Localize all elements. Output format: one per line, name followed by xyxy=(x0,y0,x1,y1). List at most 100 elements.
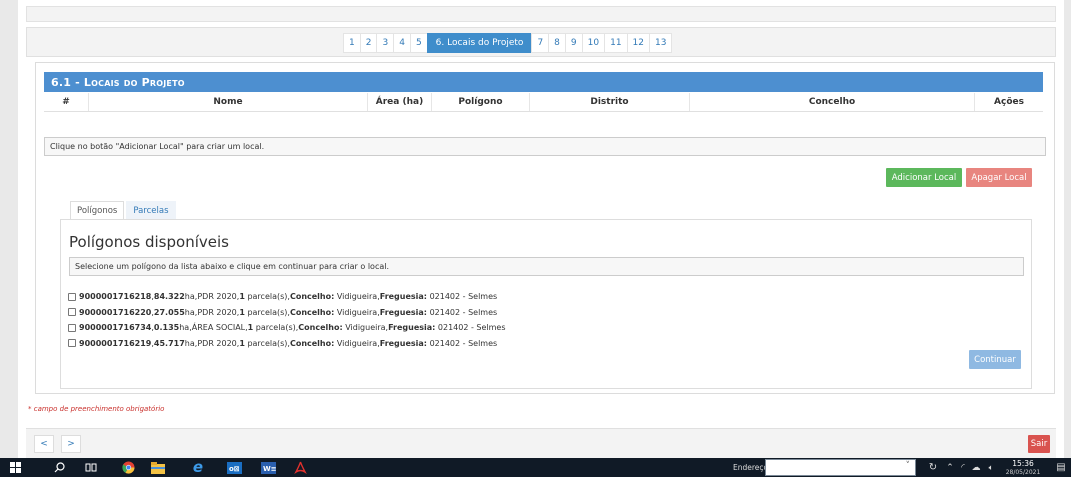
poligono-area: 84.322 xyxy=(153,292,185,302)
col-nome-header: Nome xyxy=(89,93,368,111)
concelho-label: Concelho: xyxy=(298,323,343,333)
svg-text:W≡: W≡ xyxy=(263,465,276,473)
poligono-checkbox[interactable] xyxy=(68,308,76,317)
poligono-parcelas: 1 xyxy=(247,323,254,333)
step-12-link[interactable]: 12 xyxy=(626,33,650,53)
poligono-parcelas-suffix: parcela(s) xyxy=(247,307,288,317)
concelho-label: Concelho: xyxy=(289,307,335,317)
cloud-icon[interactable]: ☁ xyxy=(970,460,982,475)
freguesia-label: Freguesia: xyxy=(379,292,428,302)
svg-text:o⊠: o⊠ xyxy=(229,465,240,473)
poligono-parcelas-suffix: parcela(s) xyxy=(247,292,288,302)
poligono-area-unit: ha xyxy=(184,292,195,302)
add-local-button[interactable]: Adicionar Local xyxy=(886,168,962,187)
poligono-freguesia: 021402 - Selmes xyxy=(429,307,498,317)
task-view-icon[interactable] xyxy=(84,460,98,475)
poligono-checkbox[interactable] xyxy=(68,292,76,301)
poligono-area: 0.135 xyxy=(153,323,180,333)
poligono-id: 9000001716220 xyxy=(79,307,152,317)
col-concelho-header: Concelho xyxy=(690,93,975,111)
poligono-tipo: PDR 2020 xyxy=(197,307,237,317)
poligono-id: 9000001716218 xyxy=(79,292,152,302)
bottom-nav-bar: < > Sair xyxy=(26,428,1056,458)
step-9-link[interactable]: 9 xyxy=(564,33,583,53)
windows-start-icon[interactable] xyxy=(8,460,22,475)
poligono-parcelas-suffix: parcela(s) xyxy=(255,323,296,333)
poligono-parcelas: 1 xyxy=(239,292,245,302)
required-note: * campo de preenchimento obrigatório xyxy=(28,405,165,413)
poligonos-heading: Polígonos disponíveis xyxy=(69,233,229,251)
poligono-area-unit: ha xyxy=(184,338,195,348)
locais-card: 6.1 - Locais do Projeto # Nome Área (ha) Po… xyxy=(35,62,1055,394)
poligonos-instruction: Selecione um polígono da lista abaixo e … xyxy=(69,257,1024,276)
exit-button[interactable]: Sair xyxy=(1028,435,1050,453)
locais-table-header: # Nome Área (ha) Polígono Distrito Concelho Aç… xyxy=(44,93,1043,112)
poligono-checkbox[interactable] xyxy=(68,323,76,332)
tab-bar: Polígonos Parcelas xyxy=(70,201,176,220)
file-explorer-icon[interactable] xyxy=(150,460,166,475)
step-6-link[interactable]: 6. Locais do Projeto xyxy=(426,33,533,53)
acrobat-icon[interactable] xyxy=(292,460,308,475)
poligono-tipo: PDR 2020 xyxy=(197,292,237,302)
freguesia-label: Freguesia: xyxy=(379,307,428,317)
freguesia-label: Freguesia: xyxy=(388,323,436,333)
poligono-checkbox[interactable] xyxy=(68,339,76,348)
search-icon[interactable] xyxy=(52,460,66,475)
continue-button[interactable]: Continuar xyxy=(969,350,1021,369)
step-5-link[interactable]: 5 xyxy=(409,33,428,53)
top-strip xyxy=(26,6,1056,22)
next-button[interactable]: > xyxy=(61,435,81,453)
step-11-link[interactable]: 11 xyxy=(604,33,628,53)
poligonos-panel: Polígonos disponíveis Selecione um políg… xyxy=(60,219,1032,389)
tab-parcelas[interactable]: Parcelas xyxy=(126,201,176,220)
windows-taskbar: e o⊠ W≡ Endereço ˅ ↻ ⌃ ◜ ☁ 🔈︎ 15:36 28/0… xyxy=(0,458,1071,477)
clock-date: 28/05/2021 xyxy=(1005,469,1041,476)
tray-chevron-icon[interactable]: ⌃ xyxy=(945,460,955,475)
outlook-icon[interactable]: o⊠ xyxy=(226,460,242,475)
tab-poligonos[interactable]: Polígonos xyxy=(70,201,125,220)
system-clock[interactable]: 15:36 28/05/2021 xyxy=(1003,459,1043,477)
poligono-parcelas: 1 xyxy=(239,307,245,317)
poligono-freguesia: 021402 - Selmes xyxy=(429,338,498,348)
chrome-icon[interactable] xyxy=(120,460,136,475)
poligono-freguesia: 021402 - Selmes xyxy=(437,323,506,333)
step-pager: 1 2 3 4 5 6. Locais do Projeto 7 8 9 10 11 12 13 xyxy=(343,33,673,53)
col-area-header: Área (ha) xyxy=(368,93,432,111)
refresh-icon[interactable]: ↻ xyxy=(927,460,939,475)
poligono-area: 27.055 xyxy=(153,307,185,317)
delete-local-button[interactable]: Apagar Local xyxy=(966,168,1032,187)
poligono-tipo: ÁREA SOCIAL xyxy=(191,323,246,333)
wifi-icon[interactable]: ◜ xyxy=(957,460,969,475)
clock-time: 15:36 xyxy=(1012,459,1034,468)
empty-message: Clique no botão "Adicionar Local" para c… xyxy=(44,137,1046,156)
step-1-link[interactable]: 1 xyxy=(343,33,361,53)
volume-icon[interactable]: 🔈︎ xyxy=(984,460,998,475)
poligono-parcelas-suffix: parcela(s) xyxy=(247,338,288,348)
poligono-concelho: Vidigueira xyxy=(345,323,386,333)
word-icon[interactable]: W≡ xyxy=(260,460,276,475)
poligono-area-unit: ha xyxy=(184,307,195,317)
step-13-link[interactable]: 13 xyxy=(649,33,673,53)
internet-explorer-icon[interactable]: e xyxy=(190,460,206,475)
poligono-concelho: Vidigueira xyxy=(336,307,378,317)
poligono-area: 45.717 xyxy=(153,338,185,348)
poligono-freguesia: 021402 - Selmes xyxy=(429,292,498,302)
poligono-id: 9000001716734 xyxy=(79,323,152,333)
step-7-link[interactable]: 7 xyxy=(531,33,550,53)
step-3-link[interactable]: 3 xyxy=(376,33,395,53)
step-8-link[interactable]: 8 xyxy=(548,33,566,53)
step-2-link[interactable]: 2 xyxy=(359,33,378,53)
step-4-link[interactable]: 4 xyxy=(393,33,411,53)
address-label: Endereço xyxy=(733,463,769,472)
concelho-label: Concelho: xyxy=(289,338,335,348)
col-acoes-header: Ações xyxy=(994,97,1024,107)
step-10-link[interactable]: 10 xyxy=(581,33,606,53)
notification-icon[interactable]: ▤ xyxy=(1055,460,1067,475)
address-input[interactable]: ˅ xyxy=(765,459,916,476)
poligono-tipo: PDR 2020 xyxy=(197,338,237,348)
step-pager-bar: 1 2 3 4 5 6. Locais do Projeto 7 8 9 10 11 12 13 xyxy=(26,27,1056,57)
col-distrito-header: Distrito xyxy=(530,93,690,111)
poligono-concelho: Vidigueira xyxy=(336,338,378,348)
previous-button[interactable]: < xyxy=(34,435,54,453)
chevron-down-icon: ˅ xyxy=(905,461,911,471)
